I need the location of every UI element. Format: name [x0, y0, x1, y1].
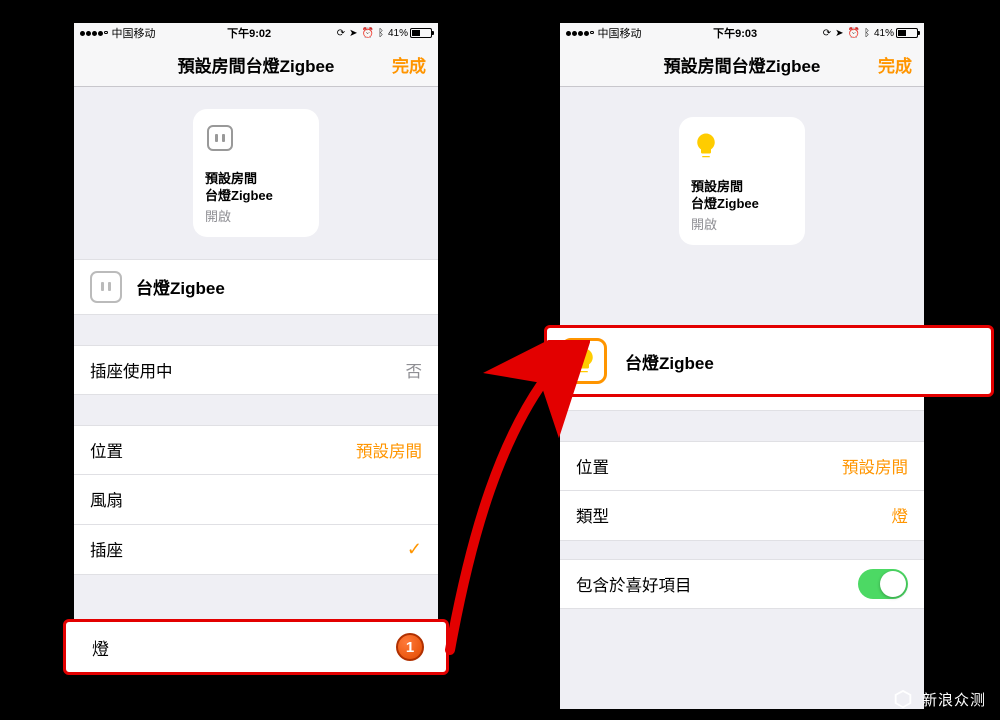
include-favorites-row[interactable]: 包含於喜好項目	[560, 559, 924, 609]
done-button[interactable]: 完成	[392, 52, 426, 77]
location-label: 位置	[90, 438, 356, 462]
status-bar: 中国移动 下午9:02 ⟳ ➤ ⏰ ᛒ 41%	[74, 23, 438, 43]
carrier-label: 中国移动	[598, 25, 642, 41]
type-row[interactable]: 類型 燈	[560, 491, 924, 541]
sync-icon: ⟳	[823, 28, 831, 39]
done-button[interactable]: 完成	[878, 52, 912, 77]
type-value: 燈	[892, 503, 909, 527]
status-icons: ⟳ ➤ ⏰ ᛒ 41%	[823, 28, 918, 39]
type-option-fan[interactable]: 風扇	[74, 475, 438, 525]
annotation-highlight-device-row[interactable]: 台燈Zigbee	[544, 325, 994, 397]
alarm-icon: ⏰	[362, 28, 374, 39]
battery-percent: 41%	[874, 28, 894, 39]
location-row[interactable]: 位置 預設房間	[74, 425, 438, 475]
bluetooth-icon: ᛒ	[864, 28, 870, 39]
battery-indicator: 41%	[388, 28, 432, 39]
nav-bar: 預設房間台燈Zigbee 完成	[74, 43, 438, 87]
outlet-icon	[90, 271, 122, 303]
fan-label: 風扇	[90, 487, 422, 511]
favorites-toggle[interactable]	[858, 569, 908, 599]
watermark: 新浪众测	[892, 688, 986, 710]
clock-label: 下午9:02	[162, 25, 337, 41]
include-fav-label: 包含於喜好項目	[576, 572, 858, 596]
tile-room-label: 預設房間	[691, 179, 793, 196]
outlet-label: 插座	[90, 537, 407, 561]
device-tile[interactable]: 預設房間 台燈Zigbee 開啟	[193, 109, 319, 237]
status-icons: ⟳ ➤ ⏰ ᛒ 41%	[337, 28, 432, 39]
tile-device-label: 台燈Zigbee	[691, 196, 793, 213]
sync-icon: ⟳	[337, 28, 345, 39]
device-tile-area: 預設房間 台燈Zigbee 開啟	[560, 87, 924, 275]
tile-room-label: 預設房間	[205, 171, 307, 188]
location-row[interactable]: 位置 預設房間	[560, 441, 924, 491]
bulb-icon	[561, 338, 607, 384]
clock-label: 下午9:03	[648, 25, 823, 41]
in-use-value: 否	[406, 358, 423, 382]
cube-icon	[892, 688, 914, 710]
device-name-row[interactable]: 台燈Zigbee	[74, 259, 438, 315]
bulb-icon	[691, 131, 721, 161]
tile-state-label: 開啟	[205, 206, 307, 225]
battery-percent: 41%	[388, 28, 408, 39]
device-name-label: 台燈Zigbee	[136, 274, 225, 299]
battery-icon	[410, 28, 432, 38]
tile-state-label: 開啟	[691, 214, 793, 233]
bluetooth-icon: ᛒ	[378, 28, 384, 39]
location-label: 位置	[576, 454, 842, 478]
signal-dots-icon	[566, 31, 594, 36]
carrier-label: 中国移动	[112, 25, 156, 41]
page-title: 預設房間台燈Zigbee	[664, 52, 821, 77]
outlet-icon	[205, 123, 235, 153]
tile-device-label: 台燈Zigbee	[205, 188, 307, 205]
lamp-option-label: 燈	[92, 635, 396, 660]
location-value: 預設房間	[842, 454, 908, 478]
device-tile-area: 預設房間 台燈Zigbee 開啟	[74, 87, 438, 259]
battery-indicator: 41%	[874, 28, 918, 39]
battery-icon	[896, 28, 918, 38]
location-icon: ➤	[835, 28, 843, 39]
alarm-icon: ⏰	[848, 28, 860, 39]
in-use-label: 插座使用中	[90, 358, 406, 382]
annotation-highlight-lamp-option[interactable]: 燈 1	[63, 619, 449, 675]
nav-bar: 預設房間台燈Zigbee 完成	[560, 43, 924, 87]
signal-dots-icon	[80, 31, 108, 36]
checkmark-icon: ✓	[407, 539, 422, 560]
type-label: 類型	[576, 503, 892, 527]
device-tile[interactable]: 預設房間 台燈Zigbee 開啟	[679, 117, 805, 245]
phone-screenshot-left: 中国移动 下午9:02 ⟳ ➤ ⏰ ᛒ 41% 預設房間台燈Zigbee 完成 …	[74, 23, 438, 670]
status-bar: 中国移动 下午9:03 ⟳ ➤ ⏰ ᛒ 41%	[560, 23, 924, 43]
page-title: 預設房間台燈Zigbee	[178, 52, 335, 77]
in-use-row[interactable]: 插座使用中 否	[74, 345, 438, 395]
type-option-outlet[interactable]: 插座 ✓	[74, 525, 438, 575]
location-value: 預設房間	[356, 438, 422, 462]
annotation-badge-1: 1	[396, 633, 424, 661]
watermark-text: 新浪众测	[922, 689, 986, 710]
location-icon: ➤	[349, 28, 357, 39]
device-name-label: 台燈Zigbee	[625, 349, 714, 374]
